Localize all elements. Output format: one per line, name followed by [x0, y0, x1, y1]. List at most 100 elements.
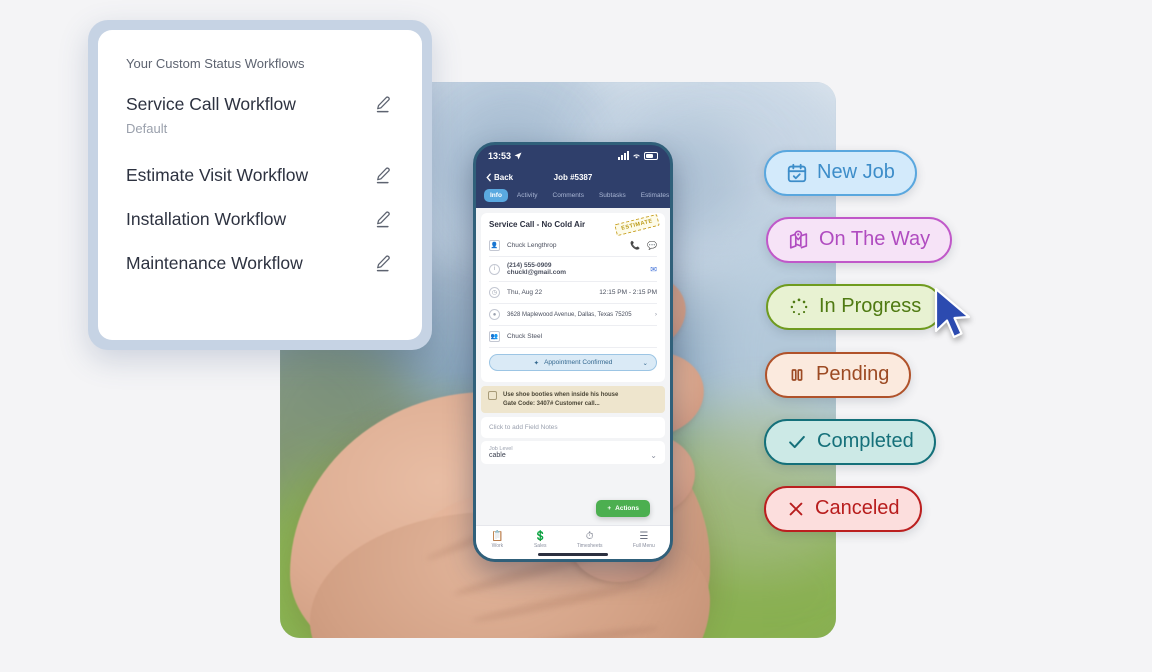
- note-line-2: Gate Code: 3407# Customer call...: [503, 400, 600, 407]
- chevron-down-icon: ⌄: [642, 359, 648, 367]
- status-badge-label: Pending: [816, 363, 890, 385]
- tabbar-label: Timesheets: [576, 542, 603, 549]
- pencil-icon[interactable]: [372, 252, 394, 274]
- status-badge-new-job[interactable]: New Job: [764, 150, 917, 196]
- status-badge-label: In Progress: [819, 295, 922, 317]
- job-number-title: Job #5387: [553, 172, 593, 182]
- info-icon: i: [489, 263, 500, 275]
- email-icon[interactable]: ✉: [650, 265, 657, 274]
- tabbar-label: Full Menu: [632, 542, 655, 549]
- workflow-name: Service Call Workflow: [126, 93, 296, 114]
- workflow-default-label: Default: [126, 121, 168, 136]
- job-level-field[interactable]: Job Level cable ⌄: [481, 441, 665, 465]
- tab-estimates[interactable]: Estimates: [635, 189, 670, 202]
- workflow-item-service-call[interactable]: Service Call Workflow: [126, 93, 394, 115]
- tabbar-item-full-menu[interactable]: ☰ Full Menu: [633, 531, 655, 549]
- status-badge-on-the-way[interactable]: On The Way: [766, 217, 953, 263]
- job-date: Thu, Aug 22: [507, 289, 543, 296]
- panel-heading: Your Custom Status Workflows: [126, 56, 305, 71]
- pause-icon: [791, 368, 803, 381]
- address-row[interactable]: ● 3628 Maplewood Avenue, Dallas, Texas 7…: [489, 304, 657, 326]
- phone-tab-strip: Info Activity Comments Subtasks Estimate…: [476, 187, 670, 208]
- money-icon: 💲: [534, 530, 547, 542]
- status-badge-label: Completed: [817, 430, 914, 452]
- actions-button[interactable]: + Actions: [596, 500, 650, 517]
- workflow-item-installation[interactable]: Installation Workflow: [126, 208, 394, 230]
- job-level-value: cable: [489, 452, 506, 460]
- pencil-icon[interactable]: [372, 164, 394, 186]
- spinner-dots-icon: [790, 297, 808, 315]
- chevron-down-icon: ⌄: [650, 451, 657, 461]
- plus-icon: +: [607, 505, 612, 512]
- schedule-row: ◷ Thu, Aug 22 12:15 PM - 2:15 PM: [489, 282, 657, 304]
- menu-icon: ☰: [639, 530, 649, 542]
- tabbar-item-work[interactable]: 📋 Work: [491, 531, 503, 549]
- workflow-name: Estimate Visit Workflow: [126, 164, 309, 185]
- contact-icon: 👤: [489, 240, 500, 251]
- job-detail-card: Service Call - No Cold Air ESTIMATE 👤 Ch…: [481, 213, 665, 382]
- note-icon: [488, 391, 497, 400]
- chevron-right-icon: ›: [654, 311, 657, 318]
- customer-row: 👤 Chuck Lengthrop 📞 💬: [489, 235, 657, 257]
- home-indicator: [538, 553, 608, 556]
- close-x-icon: [789, 502, 803, 515]
- mouse-pointer-icon: [933, 287, 977, 344]
- clipboard-icon: 📋: [491, 530, 504, 542]
- tab-subtasks[interactable]: Subtasks: [593, 189, 632, 202]
- tabbar-label: Sales: [533, 542, 547, 549]
- status-badge-in-progress[interactable]: In Progress: [766, 284, 944, 330]
- actions-label: Actions: [615, 505, 639, 512]
- wifi-icon: [633, 154, 640, 159]
- status-badge-label: Canceled: [815, 497, 900, 519]
- map-pin-icon: [789, 229, 808, 249]
- customer-email: chuckl@gmail.com: [507, 269, 567, 276]
- estimate-stamp: ESTIMATE: [614, 213, 660, 237]
- clock-icon: ◷: [489, 287, 500, 298]
- technician-row: 👥 Chuck Steel: [489, 326, 657, 348]
- timer-icon: ⏱: [585, 530, 594, 542]
- field-notes-input[interactable]: Click to add Field Notes: [481, 417, 665, 439]
- check-icon: [789, 435, 805, 448]
- status-time: 13:53: [488, 151, 512, 161]
- workflow-panel: Your Custom Status Workflows Service Cal…: [98, 30, 422, 340]
- tab-activity[interactable]: Activity: [511, 189, 544, 202]
- workflow-name: Installation Workflow: [126, 208, 287, 229]
- appointment-status-button[interactable]: ✦ Appointment Confirmed ⌄: [489, 354, 657, 371]
- workflow-item-maintenance[interactable]: Maintenance Workflow: [126, 252, 394, 274]
- tab-comments[interactable]: Comments: [547, 189, 590, 202]
- job-address: 3628 Maplewood Avenue, Dallas, Texas 752…: [507, 311, 632, 318]
- pencil-icon[interactable]: [372, 93, 394, 115]
- map-marker-icon: ●: [489, 309, 500, 320]
- signal-bars-icon: [618, 151, 629, 160]
- screenshot-stage: 13:53 Back Job #5387 Info Activity Comme…: [0, 0, 1152, 672]
- job-time-range: 12:15 PM - 2:15 PM: [599, 289, 657, 296]
- chat-icon[interactable]: 💬: [647, 241, 657, 250]
- workflow-name: Maintenance Workflow: [126, 252, 303, 273]
- appointment-status-label: Appointment Confirmed: [544, 359, 613, 366]
- phone-nav-bar: Back Job #5387: [476, 167, 670, 187]
- status-badge-label: On The Way: [819, 228, 931, 250]
- tab-info[interactable]: Info: [484, 189, 508, 202]
- phone-mockup: 13:53 Back Job #5387 Info Activity Comme…: [473, 142, 673, 562]
- people-icon: 👥: [489, 331, 500, 342]
- customer-name: Chuck Lengthrop: [507, 242, 557, 249]
- status-badge-pending[interactable]: Pending: [765, 352, 912, 398]
- location-arrow-icon: [514, 152, 522, 160]
- sparkle-icon: ✦: [533, 359, 540, 367]
- status-badge-completed[interactable]: Completed: [764, 419, 936, 465]
- contact-info-row: i (214) 555-0909 chuckl@gmail.com ✉: [489, 257, 657, 282]
- tabbar-item-timesheets[interactable]: ⏱ Timesheets: [577, 531, 603, 549]
- job-note: Use shoe booties when inside his house G…: [481, 386, 665, 414]
- customer-phone: (214) 555-0909: [507, 262, 552, 269]
- status-badge-label: New Job: [817, 161, 895, 183]
- phone-icon[interactable]: 📞: [630, 241, 640, 250]
- pencil-icon[interactable]: [372, 208, 394, 230]
- tabbar-label: Work: [491, 542, 504, 549]
- calendar-check-icon: [787, 163, 807, 182]
- phone-status-bar: 13:53: [476, 145, 670, 167]
- note-line-1: Use shoe booties when inside his house: [503, 392, 619, 398]
- tabbar-item-sales[interactable]: 💲 Sales: [534, 531, 547, 549]
- workflow-item-estimate-visit[interactable]: Estimate Visit Workflow: [126, 164, 394, 186]
- battery-icon: [644, 152, 658, 160]
- status-badge-canceled[interactable]: Canceled: [764, 486, 922, 532]
